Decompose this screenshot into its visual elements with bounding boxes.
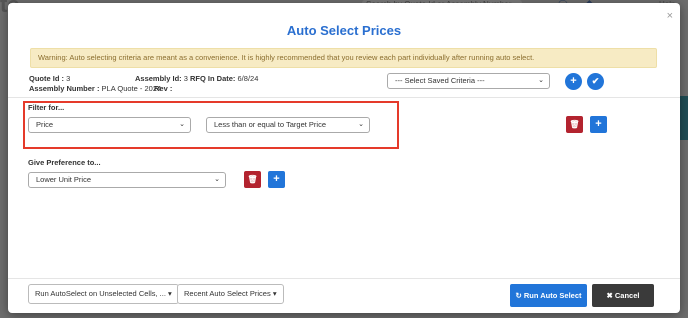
divider — [8, 97, 680, 98]
trash-icon: 🗑 — [569, 120, 580, 129]
preference-label: Give Preference to... — [28, 158, 101, 167]
preference-value: Lower Unit Price — [36, 175, 92, 184]
caret-down-icon: ▾ — [168, 289, 172, 298]
modal-title: Auto Select Prices — [286, 23, 402, 38]
assembly-number: Assembly Number : PLA Quote - 2024 — [29, 84, 161, 93]
save-criteria-button[interactable]: ✔ — [587, 73, 604, 90]
trash-icon: 🗑 — [247, 175, 258, 184]
rfq-in-date: RFQ In Date: 6/8/24 — [190, 74, 258, 83]
close-icon[interactable]: × — [667, 10, 673, 22]
plus-icon: + — [273, 173, 280, 185]
annotation-highlight-box — [23, 101, 399, 149]
saved-criteria-select[interactable]: --- Select Saved Criteria --- ⌄ — [387, 73, 550, 89]
run-unselected-label: Run AutoSelect on Unselected Cells, ... — [35, 289, 166, 298]
quote-id: Quote Id : 3 — [29, 74, 70, 83]
add-preference-button[interactable]: + — [268, 171, 285, 188]
warning-banner: Warning: Auto selecting criteria are mea… — [30, 48, 657, 68]
assembly-id-label: Assembly Id: — [135, 74, 182, 83]
run-auto-select-button[interactable]: ↻ Run Auto Select — [510, 284, 587, 307]
caret-down-icon: ▾ — [272, 289, 277, 298]
footer-divider — [8, 278, 680, 279]
assembly-id: Assembly Id: 3 — [135, 74, 188, 83]
cancel-label: Cancel — [614, 291, 640, 300]
auto-select-modal: × Auto Select Prices Warning: Auto selec… — [8, 3, 680, 313]
recent-label: Recent Auto Select Prices — [184, 289, 271, 298]
delete-filter-button[interactable]: 🗑 — [566, 116, 583, 133]
recent-auto-select-dropdown[interactable]: Recent Auto Select Prices ▾ — [177, 284, 284, 304]
rfq-value: 6/8/24 — [237, 74, 259, 83]
assembly-number-label: Assembly Number : — [29, 84, 100, 93]
rfq-label: RFQ In Date: — [190, 74, 236, 83]
cancel-button[interactable]: ✖ Cancel — [592, 284, 654, 307]
run-label: Run Auto Select — [523, 291, 582, 300]
refresh-icon: ↻ — [515, 291, 522, 300]
add-filter-button[interactable]: + — [590, 116, 607, 133]
add-criteria-button[interactable]: + — [565, 73, 582, 90]
rev-label: Rev : — [154, 84, 173, 93]
preference-select[interactable]: Lower Unit Price ⌄ — [28, 172, 226, 188]
assembly-id-value: 3 — [183, 74, 188, 83]
plus-icon: + — [570, 75, 577, 87]
check-icon: ✔ — [591, 76, 600, 86]
rev: Rev : — [154, 84, 172, 93]
saved-criteria-value: --- Select Saved Criteria --- — [395, 76, 485, 85]
chevron-down-icon: ⌄ — [538, 77, 544, 84]
run-unselected-dropdown[interactable]: Run AutoSelect on Unselected Cells, ... … — [28, 284, 179, 304]
chevron-down-icon: ⌄ — [214, 176, 220, 183]
plus-icon: + — [595, 118, 602, 130]
close-icon: ✖ — [606, 291, 613, 300]
delete-preference-button[interactable]: 🗑 — [244, 171, 261, 188]
quote-id-value: 3 — [66, 74, 71, 83]
assembly-number-value: PLA Quote - 2024 — [101, 84, 162, 93]
quote-id-label: Quote Id : — [29, 74, 64, 83]
